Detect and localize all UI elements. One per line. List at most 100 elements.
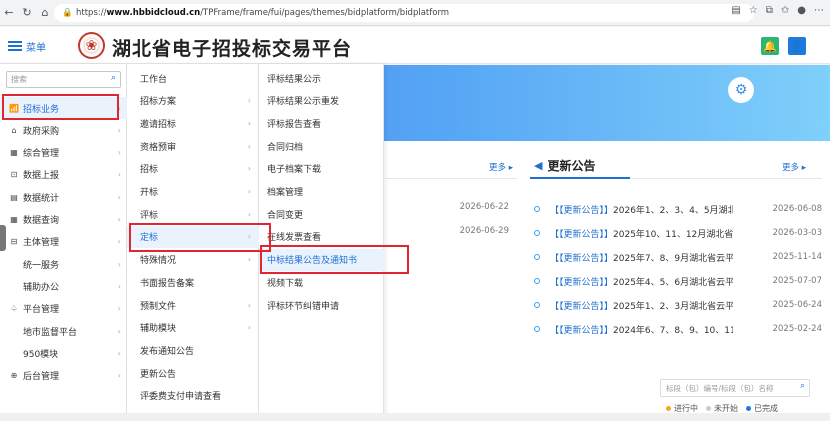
legend-dot: [706, 406, 711, 411]
search-icon[interactable]: ⌕: [800, 381, 805, 391]
submenu-item[interactable]: 开标 ›: [127, 181, 259, 203]
sidebar-item-label: 后台管理: [23, 372, 60, 383]
sidebar-item[interactable]: ▦ 数据查询 ›: [0, 209, 127, 231]
news-row[interactable]: 【【更新公告】】 2025年10、11、12月湖北省云 2026-03-03: [530, 225, 822, 241]
news-row[interactable]: 【【更新公告】】 2025年7、8、9月湖北省云平台 2025-11-14: [530, 249, 822, 265]
sidebar-item[interactable]: ⊟ 主体管理 ›: [0, 231, 127, 253]
project-search-input[interactable]: 标段（包）编号/标段（包）名称 ⌕: [660, 379, 810, 397]
submenu3-item[interactable]: 评标结果公示重发: [259, 90, 384, 112]
submenu-item[interactable]: 更新公告: [127, 362, 259, 384]
submenu3-item[interactable]: 合同归档: [259, 135, 384, 157]
submenu3-item[interactable]: 档案管理: [259, 181, 384, 203]
sidebar-item-label: 数据查询: [23, 216, 60, 226]
home-icon[interactable]: ⌂: [36, 6, 54, 19]
submenu3-item[interactable]: 视频下载: [259, 271, 384, 293]
submenu3-item-label: 评标环节纠错申请: [267, 301, 340, 312]
sidebar-item[interactable]: 统一服务 ›: [0, 253, 127, 275]
submenu-item-label: 更新公告: [140, 369, 177, 380]
sidebar-item[interactable]: 地市监督平台 ›: [0, 320, 127, 342]
submenu3-item-label: 评标结果公示重发: [267, 97, 340, 108]
submenu-item-label: 招标方案: [140, 97, 177, 108]
submenu-item[interactable]: 招标方案 ›: [127, 90, 259, 112]
news-tag: 【【更新公告】】: [550, 205, 614, 216]
news-more-link[interactable]: 更多 ▸: [782, 161, 806, 173]
sidebar-item[interactable]: ▤ 数据统计 ›: [0, 186, 127, 208]
submenu3-item[interactable]: 中标结果公告及通知书: [259, 248, 384, 271]
collapse-handle[interactable]: [0, 225, 6, 251]
sidebar-item[interactable]: ⊡ 数据上报 ›: [0, 164, 127, 186]
submenu-item[interactable]: 邀请招标 ›: [127, 112, 259, 134]
chevron-right-icon: ›: [117, 215, 121, 224]
submenu3-item[interactable]: 评标环节纠错申请: [259, 294, 384, 316]
chevron-right-icon: ›: [117, 125, 121, 135]
reload-icon[interactable]: ↻: [18, 6, 36, 19]
reader-icon[interactable]: ▤: [731, 5, 740, 16]
collections-icon[interactable]: ⧉: [766, 5, 773, 16]
sidebar-item[interactable]: ▦ 综合管理 ›: [0, 142, 127, 164]
left-more-link[interactable]: 更多 ▸: [489, 161, 513, 173]
submenu-item[interactable]: 书面报告备案: [127, 271, 259, 293]
submenu3-item[interactable]: 评标报告查看: [259, 112, 384, 134]
news-tag: 【【更新公告】】: [550, 229, 614, 240]
chevron-right-icon: ›: [247, 96, 251, 106]
news-row[interactable]: 【【更新公告】】 2025年1、2、3月湖北省云平台 2025-06-24: [530, 297, 822, 313]
sidebar-item[interactable]: ♤ 平台管理 ›: [0, 298, 127, 320]
news-row[interactable]: 【【更新公告】】 2025年4、5、6月湖北省云平台 2025-07-07: [530, 273, 822, 289]
submenu3-item[interactable]: 电子档案下载: [259, 158, 384, 180]
submenu3-item-label: 中标结果公告及通知书: [267, 256, 358, 267]
favorites-icon[interactable]: ✩: [781, 5, 789, 16]
address-bar[interactable]: 🔒 https:// www.hbbidcloud.cn /TPFrame/fr…: [54, 4, 754, 22]
profile-icon[interactable]: ●: [797, 5, 806, 16]
left-notice-panel: 更多 ▸ 2026-06-22 2026-06-29: [385, 155, 517, 415]
user-icon[interactable]: 👤: [788, 37, 806, 55]
search-icon[interactable]: ⌕: [111, 73, 116, 83]
news-text[interactable]: 2025年1、2、3月湖北省云平台: [613, 299, 733, 312]
sidebar-item[interactable]: 950模块 ›: [0, 342, 127, 364]
back-icon[interactable]: ←: [0, 6, 18, 19]
submenu-item[interactable]: 定标 ›: [127, 225, 259, 248]
notification-bell-icon[interactable]: 🔔: [761, 37, 779, 55]
submenu3-item[interactable]: 评标结果公示: [259, 67, 384, 89]
submenu-item[interactable]: 招标 ›: [127, 158, 259, 180]
sidebar-item[interactable]: 辅助办公 ›: [0, 275, 127, 297]
news-tag: 【【更新公告】】: [550, 277, 614, 288]
submenu3-item[interactable]: 在线发票查看: [259, 226, 384, 248]
submenu3-item-label: 电子档案下载: [267, 165, 322, 176]
site-title: 湖北省电子招投标交易平台: [112, 38, 353, 60]
sidebar-item[interactable]: ⌂ 政府采购 ›: [0, 119, 127, 141]
chevron-right-icon: ›: [117, 237, 121, 247]
menu-button[interactable]: 菜单: [8, 35, 66, 57]
settings-gear-icon[interactable]: ⚙: [728, 77, 754, 103]
menu-search-input[interactable]: 搜索 ⌕: [6, 71, 121, 88]
submenu3-item-label: 评标结果公示: [267, 74, 322, 85]
submenu-item-label: 招标: [140, 165, 159, 176]
news-date: 2025-11-14: [772, 252, 822, 262]
news-text[interactable]: 2025年10、11、12月湖北省云: [613, 227, 733, 240]
news-text[interactable]: 2024年6、7、8、9、10、11、: [613, 323, 733, 336]
horizontal-scrollbar[interactable]: [0, 413, 830, 421]
left-date-1: 2026-06-22: [459, 202, 509, 212]
submenu-item[interactable]: 工作台: [127, 67, 259, 89]
submenu-item[interactable]: 特殊情况 ›: [127, 249, 259, 271]
sidebar-item[interactable]: 📶 招标业务 ›: [0, 97, 127, 119]
news-text[interactable]: 2025年7、8、9月湖北省云平台: [613, 251, 733, 264]
news-title-underline: [530, 177, 630, 179]
submenu3-item-label: 在线发票查看: [267, 233, 322, 244]
submenu-item[interactable]: 发布通知公告: [127, 339, 259, 361]
sidebar-item-label: 政府采购: [23, 126, 60, 137]
submenu-item[interactable]: 资格预审 ›: [127, 135, 259, 157]
update-notice-panel: ◀ 更新公告 更多 ▸ 【【更新公告】】 2026年1、2、3、4、5月湖北 2…: [530, 155, 822, 415]
news-text[interactable]: 2026年1、2、3、4、5月湖北: [613, 203, 733, 216]
submenu-item[interactable]: 评标 ›: [127, 203, 259, 225]
admin-icon: ⊕: [10, 371, 18, 381]
submenu-item[interactable]: 预制文件 ›: [127, 294, 259, 316]
submenu-item[interactable]: 评委费支付申请查看: [127, 385, 259, 407]
news-row[interactable]: 【【更新公告】】 2024年6、7、8、9、10、11、 2025-02-24: [530, 321, 822, 337]
news-row[interactable]: 【【更新公告】】 2026年1、2、3、4、5月湖北 2026-06-08: [530, 201, 822, 217]
submenu-item[interactable]: 辅助模块 ›: [127, 317, 259, 339]
star-icon[interactable]: ☆: [749, 5, 758, 16]
sidebar-item[interactable]: ⊕ 后台管理 ›: [0, 365, 127, 387]
submenu3-item[interactable]: 合同变更: [259, 203, 384, 225]
news-text[interactable]: 2025年4、5、6月湖北省云平台: [613, 275, 733, 288]
more-icon[interactable]: ⋯: [814, 5, 824, 16]
